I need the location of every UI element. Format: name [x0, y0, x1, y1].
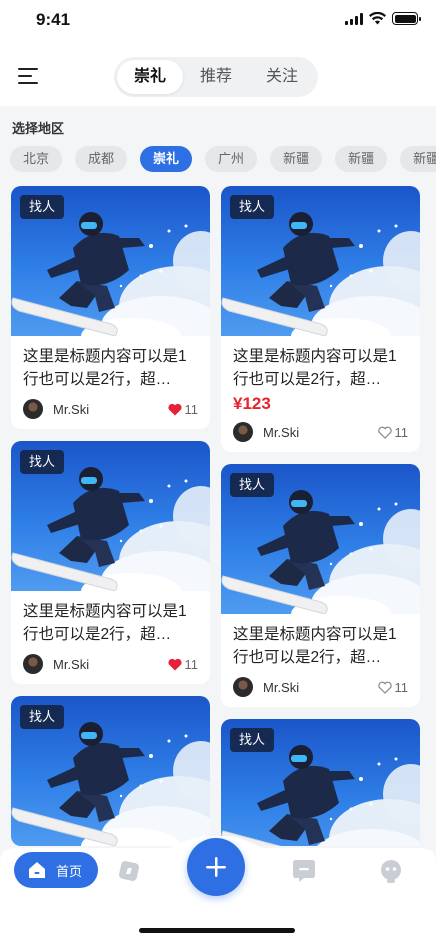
heart-filled-icon: [167, 658, 182, 670]
post-title: 这里是标题内容可以是1行也可以是2行，超…: [23, 603, 187, 643]
post-title: 这里是标题内容可以是1行也可以是2行，超…: [233, 348, 397, 388]
region-chip-guangzhou[interactable]: 广州: [205, 146, 258, 172]
post-card[interactable]: 找人 这里是标题内容可以是1行也可以是2行，超… Mr.Ski 11: [11, 441, 210, 684]
wifi-icon: [369, 12, 386, 25]
message-icon[interactable]: [290, 858, 318, 884]
tab-home-label: 首页: [56, 863, 83, 879]
post-card[interactable]: 找人: [11, 696, 210, 846]
like-button[interactable]: 11: [167, 656, 199, 672]
post-card[interactable]: 找人 这里是标题内容可以是1行也可以是2行，超… Mr.Ski 11: [221, 464, 420, 707]
avatar[interactable]: [23, 399, 43, 419]
home-icon: [29, 862, 45, 878]
post-feed: 找人 这里是标题内容可以是1行也可以是2行，超… Mr.Ski 11 找人 这里…: [0, 186, 436, 846]
post-card[interactable]: 找人 这里是标题内容可以是1行也可以是2行，超… ¥123 Mr.Ski 11: [221, 186, 420, 452]
avatar[interactable]: [233, 422, 253, 442]
status-bar: 9:41: [0, 0, 436, 44]
like-count: 11: [394, 424, 409, 440]
post-tag: 找人: [230, 728, 275, 752]
heart-filled-icon: [167, 403, 182, 415]
heart-outline-icon: [377, 681, 392, 694]
profile-icon[interactable]: [378, 858, 404, 884]
battery-icon: [392, 12, 421, 25]
post-card[interactable]: 找人 这里是标题内容可以是1行也可以是2行，超… Mr.Ski 11: [11, 186, 210, 429]
region-chip-chongli[interactable]: 崇礼: [140, 146, 193, 172]
tab-follow[interactable]: 关注: [249, 60, 315, 94]
like-count: 11: [184, 656, 199, 672]
post-author: Mr.Ski: [53, 401, 90, 417]
like-button[interactable]: 11: [377, 424, 409, 440]
post-tag: 找人: [20, 705, 65, 729]
channel-tabs: 崇礼 推荐 关注: [114, 57, 318, 97]
post-author: Mr.Ski: [263, 679, 300, 695]
post-tag: 找人: [230, 473, 275, 497]
post-title: 这里是标题内容可以是1行也可以是2行，超…: [233, 626, 397, 666]
tab-recommend[interactable]: 推荐: [183, 60, 249, 94]
post-author: Mr.Ski: [263, 424, 300, 440]
create-post-button[interactable]: [187, 838, 245, 896]
feed-column-left: 找人 这里是标题内容可以是1行也可以是2行，超… Mr.Ski 11 找人 这里…: [11, 186, 210, 846]
tab-chongli[interactable]: 崇礼: [117, 60, 183, 94]
compass-icon[interactable]: [116, 858, 142, 884]
like-button[interactable]: 11: [167, 401, 199, 417]
top-header: 崇礼 推荐 关注: [0, 44, 436, 106]
region-chips: 北京 成都 崇礼 广州 新疆 新疆 新疆: [10, 146, 436, 172]
post-price: ¥123: [233, 394, 271, 413]
like-count: 11: [184, 401, 199, 417]
add-icon: [206, 857, 226, 877]
region-chip-beijing[interactable]: 北京: [10, 146, 63, 172]
avatar[interactable]: [23, 654, 43, 674]
like-button[interactable]: 11: [377, 679, 409, 695]
post-tag: 找人: [20, 450, 65, 474]
region-chip-chengdu[interactable]: 成都: [75, 146, 128, 172]
post-image: 找人: [11, 696, 210, 846]
post-title: 这里是标题内容可以是1行也可以是2行，超…: [23, 348, 187, 388]
region-title: 选择地区: [12, 121, 65, 136]
bottom-tab-bar: 首页: [0, 836, 436, 945]
post-image: 找人: [221, 719, 420, 846]
heart-outline-icon: [377, 426, 392, 439]
region-chip-xinjiang[interactable]: 新疆: [400, 146, 436, 172]
region-chip-xinjiang[interactable]: 新疆: [335, 146, 388, 172]
post-author: Mr.Ski: [53, 656, 90, 672]
status-icons: [345, 12, 421, 25]
post-tag: 找人: [230, 195, 275, 219]
avatar[interactable]: [233, 677, 253, 697]
cellular-signal-icon: [345, 12, 363, 25]
post-card[interactable]: 找人: [221, 719, 420, 846]
post-image: 找人: [11, 186, 210, 336]
post-tag: 找人: [20, 195, 65, 219]
feed-column-right: 找人 这里是标题内容可以是1行也可以是2行，超… ¥123 Mr.Ski 11: [221, 186, 420, 846]
home-indicator: [139, 928, 295, 933]
post-image: 找人: [11, 441, 210, 591]
post-image: 找人: [221, 186, 420, 336]
like-count: 11: [394, 679, 409, 695]
menu-icon[interactable]: [18, 66, 40, 86]
status-time: 9:41: [36, 10, 71, 29]
region-chip-xinjiang[interactable]: 新疆: [270, 146, 323, 172]
post-image: 找人: [221, 464, 420, 614]
tab-home[interactable]: 首页: [14, 852, 98, 888]
